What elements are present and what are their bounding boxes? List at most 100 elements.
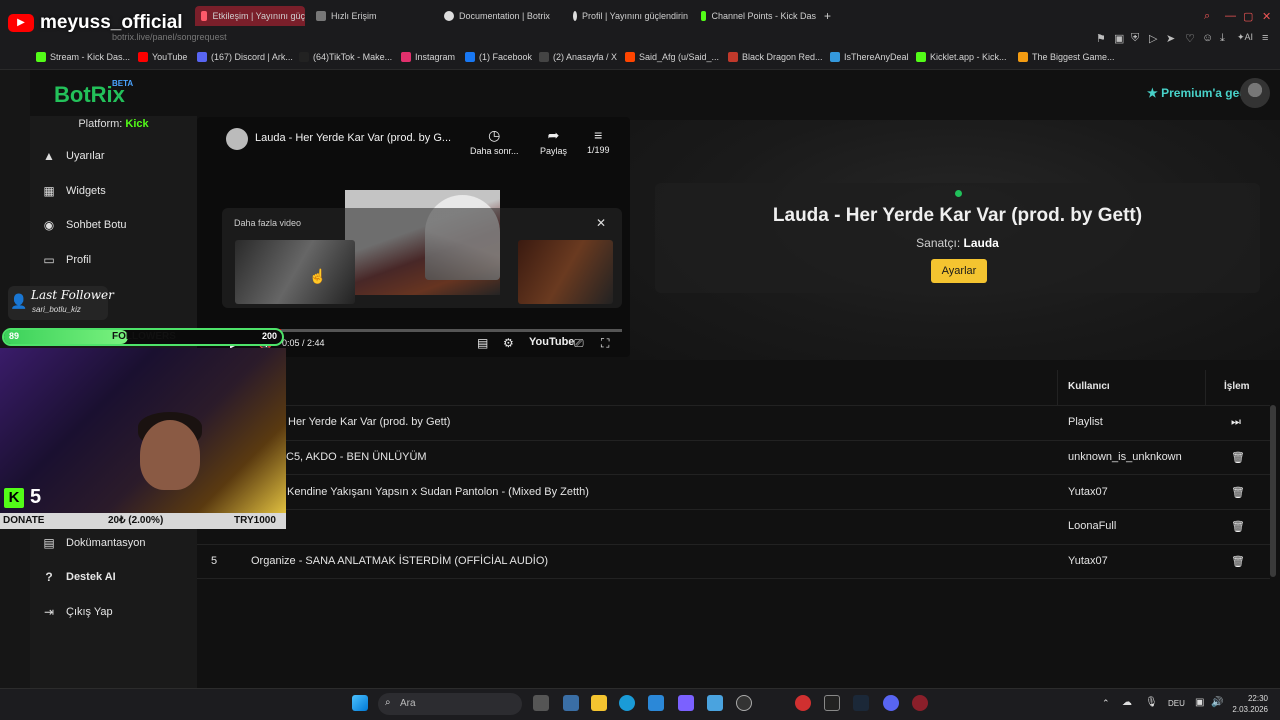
more-videos-label: Daha fazla video [234, 218, 302, 228]
edge-icon[interactable] [619, 695, 635, 711]
share-button[interactable]: ➦ Paylaş [540, 127, 567, 156]
sidebar-item-profile[interactable]: ▭ Profil [42, 254, 91, 266]
task-view-icon[interactable] [533, 695, 549, 711]
captions-icon[interactable]: ▤ [477, 336, 488, 350]
browser-icon[interactable] [912, 695, 928, 711]
widgets-taskbar-icon[interactable] [563, 695, 579, 711]
tab-label: Profil | Yayınını güçlendirin [581, 11, 688, 21]
bookmark-item[interactable]: Stream - Kick Das... [36, 52, 130, 62]
youtube-logo[interactable]: YouTube [529, 336, 574, 348]
stream-channel-overlay: ▶ meyuss_official [8, 12, 183, 34]
gear-icon[interactable]: ⚙ [503, 336, 514, 350]
cloud-icon[interactable]: ☁ [1122, 697, 1132, 708]
tab-quick-access[interactable]: Hızlı Erişim [316, 6, 426, 26]
network-icon[interactable]: ▣ [1195, 697, 1204, 708]
bookmark-item[interactable]: IsThereAnyDeal [830, 52, 909, 62]
bookmark-item[interactable]: The Biggest Game... [1018, 52, 1115, 62]
minimize-icon[interactable]: — [1225, 6, 1236, 26]
song-title: Kendine Yakışanı Yapsın x Sudan Pantolon… [287, 486, 589, 498]
address-bar[interactable]: botrix.live/panel/songrequest [0, 30, 1280, 48]
bookmark-item[interactable]: Black Dragon Red... [728, 52, 823, 62]
search-icon[interactable]: ⌕ [1204, 6, 1210, 26]
bookmark-item[interactable]: (1) Facebook [465, 52, 532, 62]
video-progress-track[interactable] [270, 329, 622, 332]
bookmark-item[interactable]: Instagram [401, 52, 455, 62]
column-divider [1057, 370, 1058, 405]
steam-icon[interactable] [853, 695, 869, 711]
sidebar-item-widgets[interactable]: ▦ Widgets [42, 185, 105, 197]
video-time: 0:05 / 2:44 [282, 338, 325, 348]
header-user[interactable]: Kullanıcı [1068, 381, 1110, 392]
close-icon[interactable]: ✕ [596, 216, 606, 230]
volume-icon[interactable]: 🔊 [1211, 697, 1223, 708]
app-icon[interactable] [707, 695, 723, 711]
heart-icon[interactable]: ♡ [1185, 32, 1195, 45]
app-icon[interactable] [795, 695, 811, 711]
bookmark-item[interactable]: (167) Discord | Ark... [197, 52, 293, 62]
channel-avatar[interactable] [226, 128, 248, 150]
bookmark-item[interactable]: YouTube [138, 52, 187, 62]
ai-icon[interactable]: ✦AI [1237, 32, 1253, 43]
new-tab-button[interactable]: + [824, 6, 831, 26]
play-icon[interactable]: ▷ [1149, 32, 1157, 45]
close-icon[interactable]: ✕ [1262, 6, 1271, 26]
trash-icon[interactable]: 🗑 [1231, 451, 1245, 464]
browser-tab-bar: Etkileşim | Yayınını güç Hızlı Erişim Do… [0, 0, 1280, 30]
sidebar-item-label: Uyarılar [66, 150, 105, 162]
trash-icon[interactable]: 🗑 [1231, 520, 1245, 533]
search-icon: ⌕ [385, 697, 391, 708]
send-icon[interactable]: ➤ [1166, 32, 1175, 45]
taskbar-search[interactable]: Ara [378, 693, 522, 715]
tab-documentation[interactable]: Documentation | Botrix [444, 6, 564, 26]
menu-icon[interactable]: ≡ [1262, 32, 1268, 44]
screenshot-icon[interactable]: ▣ [1114, 32, 1124, 45]
trash-icon[interactable]: 🗑 [1231, 555, 1245, 568]
app-icon[interactable] [736, 695, 752, 711]
sidebar-item-alerts[interactable]: ▲ Uyarılar [42, 150, 105, 162]
now-playing-title: Lauda - Her Yerde Kar Var (prod. by Gett… [772, 205, 1143, 226]
sidebar-item-chatbot[interactable]: ◉ Sohbet Botu [42, 219, 127, 231]
video-title[interactable]: Lauda - Her Yerde Kar Var (prod. by G... [255, 132, 451, 144]
skip-icon[interactable]: ⏭ [1231, 416, 1241, 429]
cast-icon[interactable]: ⎚ [574, 336, 584, 351]
bookmark-item[interactable]: (2) Anasayfa / X [539, 52, 617, 62]
bookmark-label: YouTube [152, 52, 188, 62]
taskbar-clock[interactable]: 22:30 2.03.2026 [1232, 693, 1268, 715]
store-icon[interactable] [648, 695, 664, 711]
maximize-icon[interactable]: ▢ [1243, 6, 1253, 26]
download-icon[interactable]: ⤓ [1220, 32, 1225, 45]
bookmark-item[interactable]: (64)TikTok - Make... [299, 52, 392, 62]
watch-later-button[interactable]: ◷ Daha sonr... [470, 127, 519, 156]
suggested-video-thumbnail[interactable] [518, 240, 613, 304]
premium-link[interactable]: ★ Premium'a geç [1147, 86, 1246, 100]
bookmark-item[interactable]: Kicklet.app - Kick... [916, 52, 1007, 62]
suggested-video-thumbnail[interactable] [235, 240, 355, 304]
sidebar-item-docs[interactable]: ▤ Dokümantasyon [42, 537, 145, 549]
fullscreen-icon[interactable]: ⛶ [601, 336, 609, 351]
tab-channel-points[interactable]: Channel Points - Kick Das [701, 6, 816, 26]
tab-engagement[interactable]: Etkileşim | Yayınını güç [195, 6, 305, 26]
shield-icon[interactable]: ⛨ [1131, 32, 1139, 45]
mic-icon[interactable]: 🎙 [1145, 697, 1158, 708]
scrollbar[interactable] [1270, 405, 1276, 577]
windows-start-icon[interactable] [352, 695, 368, 711]
bookmark-icon[interactable]: ⚑ [1096, 32, 1106, 45]
chevron-up-icon[interactable]: ⌃ [1102, 698, 1110, 709]
app-grid-icon[interactable] [678, 695, 694, 711]
avatar[interactable] [1240, 78, 1270, 108]
sidebar-item-logout[interactable]: ⇥ Çıkış Yap [42, 606, 113, 618]
youtube-icon: ▶ [8, 14, 34, 32]
donate-label: DONATE [3, 515, 45, 526]
bookmark-item[interactable]: Said_Afg (u/Said_... [625, 52, 719, 62]
trash-icon[interactable]: 🗑 [1231, 486, 1245, 499]
epic-games-icon[interactable] [824, 695, 840, 711]
file-explorer-icon[interactable] [591, 695, 607, 711]
profile-icon[interactable]: ☺ [1202, 32, 1213, 44]
language-indicator[interactable]: DEU [1168, 699, 1185, 708]
tab-profile[interactable]: Profil | Yayınını güçlendirin [573, 6, 688, 26]
settings-button[interactable]: Ayarlar [931, 259, 987, 283]
discord-icon[interactable] [883, 695, 899, 711]
sidebar-item-support-ai[interactable]: ? Destek AI [42, 571, 115, 583]
playlist-count: 1/199 [587, 145, 610, 155]
playlist-button[interactable]: ≡ 1/199 [587, 127, 610, 155]
